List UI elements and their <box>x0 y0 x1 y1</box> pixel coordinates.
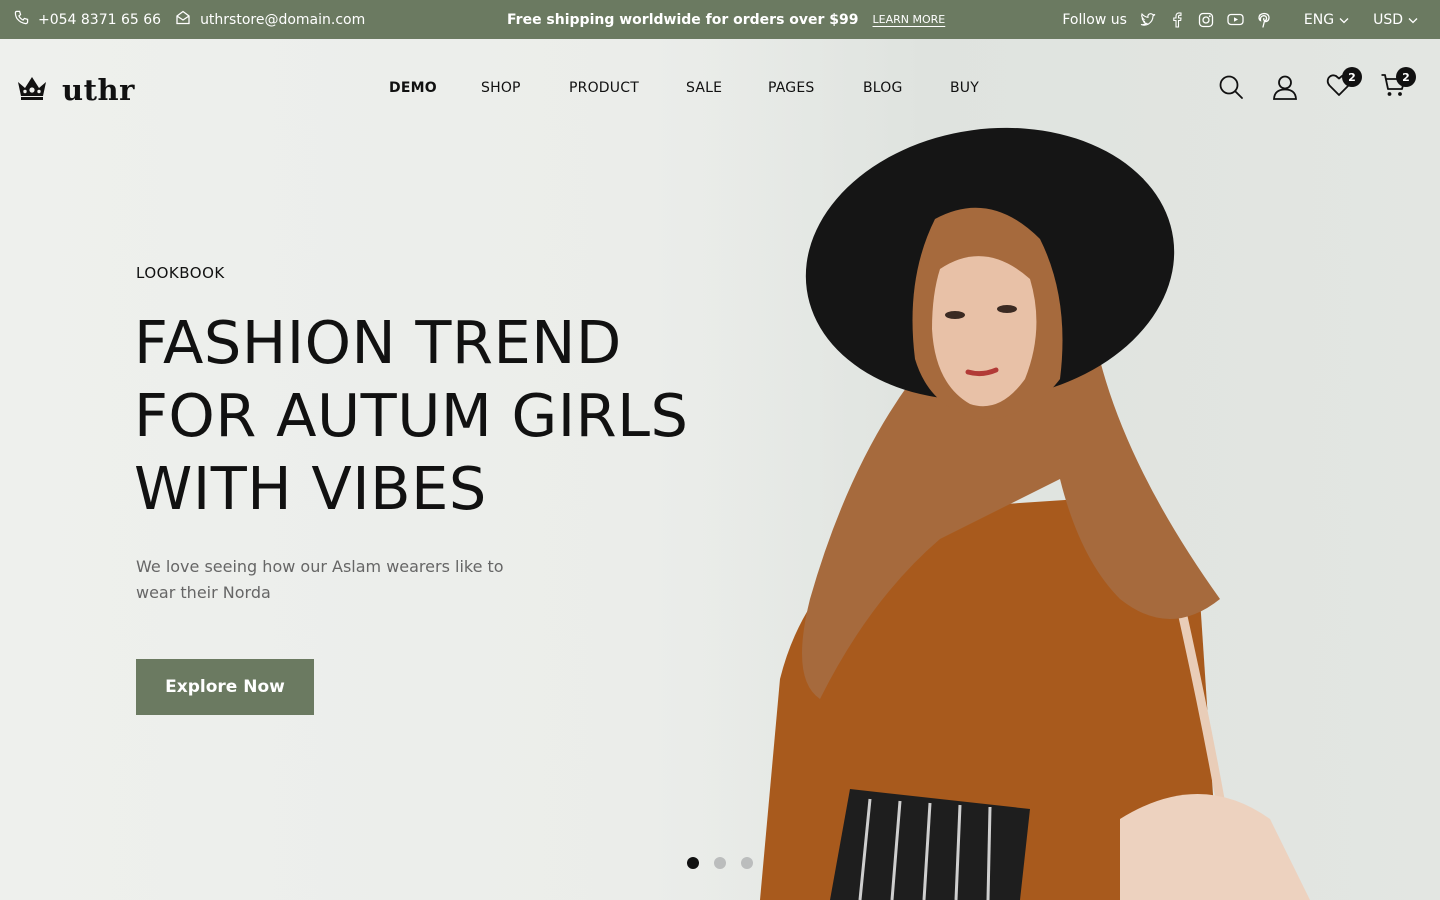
nav-item-demo[interactable]: DEMO <box>389 80 481 96</box>
youtube-icon[interactable] <box>1226 10 1245 29</box>
phone-icon <box>14 10 29 29</box>
facebook-icon[interactable] <box>1168 10 1187 29</box>
site-logo[interactable]: uthr <box>16 73 135 107</box>
nav-item-sale[interactable]: SALE <box>686 80 768 96</box>
header-actions: 2 2 <box>1210 67 1440 104</box>
slide-dot-1[interactable] <box>687 857 699 869</box>
currency-value: USD <box>1373 11 1403 28</box>
language-value: ENG <box>1303 11 1335 28</box>
shipping-promo: Free shipping worldwide for orders over … <box>507 11 859 28</box>
main-nav: DEMO SHOP PRODUCT SALE PAGES BLOG BUY <box>389 80 979 96</box>
headline-line: WITH VIBES <box>134 454 487 523</box>
email-address: uthrstore@domain.com <box>200 11 366 28</box>
pinterest-icon[interactable] <box>1255 10 1274 29</box>
follow-us-label: Follow us <box>1062 11 1127 28</box>
headline-line: FOR AUTUM GIRLS <box>134 381 689 450</box>
phone-contact[interactable]: +054 8371 65 66 <box>14 10 161 29</box>
instagram-icon[interactable] <box>1197 10 1216 29</box>
hero-headline: FASHION TREND FOR AUTUM GIRLS WITH VIBES <box>134 306 754 525</box>
hero-subtitle: We love seeing how our Aslam wearers lik… <box>136 557 504 602</box>
slide-dot-2[interactable] <box>714 857 726 869</box>
nav-item-shop[interactable]: SHOP <box>481 80 569 96</box>
slider-pagination <box>687 857 753 869</box>
nav-item-blog[interactable]: BLOG <box>863 80 950 96</box>
nav-item-buy[interactable]: BUY <box>950 80 979 96</box>
twitter-icon[interactable] <box>1139 10 1158 29</box>
email-contact[interactable]: uthrstore@domain.com <box>175 10 365 29</box>
currency-selector[interactable]: USD <box>1373 12 1418 28</box>
wishlist-button[interactable]: 2 <box>1322 67 1362 104</box>
hero-model-image <box>700 39 1440 900</box>
phone-number: +054 8371 65 66 <box>38 11 162 28</box>
user-icon[interactable] <box>1268 70 1302 104</box>
cart-button[interactable]: 2 <box>1376 67 1416 104</box>
cart-count-badge: 2 <box>1396 67 1416 87</box>
hero-eyebrow: LOOKBOOK <box>136 264 225 282</box>
language-selector[interactable]: ENG <box>1304 12 1349 28</box>
crown-icon <box>16 74 48 106</box>
nav-item-pages[interactable]: PAGES <box>768 80 863 96</box>
wishlist-count-badge: 2 <box>1342 67 1362 87</box>
top-bar: +054 8371 65 66 uthrstore@domain.com Fre… <box>0 0 1440 39</box>
chevron-down-icon <box>1408 12 1418 28</box>
mail-icon <box>175 10 191 29</box>
headline-line: FASHION TREND <box>134 308 622 377</box>
learn-more-link[interactable]: LEARN MORE <box>873 13 946 26</box>
explore-now-button[interactable]: Explore Now <box>136 659 314 715</box>
chevron-down-icon <box>1339 12 1349 28</box>
logo-text: uthr <box>62 73 135 107</box>
search-icon[interactable] <box>1214 70 1248 104</box>
nav-item-product[interactable]: PRODUCT <box>569 80 686 96</box>
slide-dot-3[interactable] <box>741 857 753 869</box>
